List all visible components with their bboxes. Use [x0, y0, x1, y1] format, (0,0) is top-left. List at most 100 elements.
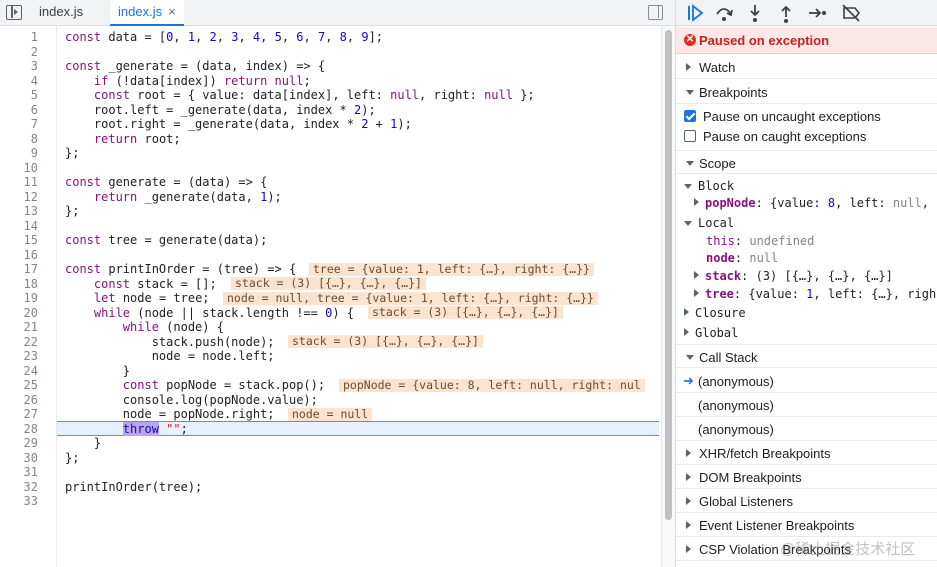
collapse-triangle-icon	[686, 161, 694, 166]
scope-var-tree[interactable]: tree: {value: 1, left: {…}, righ	[694, 286, 936, 303]
line-number[interactable]: 20	[0, 306, 38, 321]
scope-var-this: this: undefined	[706, 234, 815, 248]
line-number[interactable]: 15	[0, 233, 38, 248]
inline-value: stack = (3) [{…}, {…}, {…}]	[368, 306, 563, 319]
call-frame-active[interactable]: ➜ (anonymous)	[676, 369, 937, 393]
section-scope[interactable]: Scope	[676, 150, 937, 174]
inline-value: stack = (3) [{…}, {…}, {…}]	[288, 335, 483, 348]
expand-triangle-icon	[694, 198, 699, 206]
line-number[interactable]: 26	[0, 393, 38, 408]
line-number[interactable]: 5	[0, 88, 38, 103]
section-label: Call Stack	[699, 350, 758, 365]
tab-label: index.js	[39, 4, 84, 19]
line-number[interactable]: 3	[0, 59, 38, 74]
expand-triangle-icon	[686, 449, 691, 457]
expand-triangle-icon	[686, 497, 691, 505]
line-number[interactable]: 2	[0, 45, 38, 60]
section-call-stack[interactable]: Call Stack	[676, 344, 937, 368]
editor-scrollbar[interactable]	[661, 26, 675, 567]
line-number[interactable]: 13	[0, 204, 38, 219]
line-number[interactable]: 16	[0, 248, 38, 263]
line-number[interactable]: 9	[0, 146, 38, 161]
toggle-debugger-icon[interactable]	[648, 5, 663, 20]
line-number[interactable]: 10	[0, 161, 38, 176]
code-line: };	[65, 204, 80, 218]
step-into-icon[interactable]	[744, 2, 766, 24]
line-number[interactable]: 1	[0, 30, 38, 45]
scrollbar-thumb[interactable]	[665, 30, 672, 520]
section-dom-breakpoints[interactable]: DOM Breakpoints	[676, 465, 937, 489]
call-frame[interactable]: (anonymous)	[676, 417, 937, 441]
tab-label: index.js	[118, 4, 163, 19]
line-number[interactable]: 14	[0, 219, 38, 234]
line-number[interactable]: 30	[0, 451, 38, 466]
section-breakpoints[interactable]: Breakpoints	[676, 80, 937, 104]
scope-var-stack[interactable]: stack: (3) [{…}, {…}, {…}]	[694, 268, 893, 285]
line-number[interactable]: 22	[0, 335, 38, 350]
call-frame[interactable]: (anonymous)	[676, 393, 937, 417]
code-line: if (!data[index]) return null;	[93, 73, 311, 88]
section-event-listener-breakpoints[interactable]: Event Listener Breakpoints	[676, 513, 937, 537]
section-xhr-breakpoints[interactable]: XHR/fetch Breakpoints	[676, 441, 937, 465]
line-number[interactable]: 19	[0, 291, 38, 306]
section-label: Scope	[699, 156, 736, 171]
line-number[interactable]: 27	[0, 407, 38, 422]
line-number[interactable]: 11	[0, 175, 38, 190]
resume-icon[interactable]	[684, 2, 706, 24]
toggle-navigator-icon[interactable]	[6, 5, 22, 20]
section-watch[interactable]: Watch	[676, 55, 937, 79]
code-line: const tree = generate(data);	[65, 233, 268, 247]
code-line: return root;	[93, 131, 181, 146]
pause-uncaught-option[interactable]: Pause on uncaught exceptions	[676, 107, 937, 127]
debugger-sidebar: ✕ Paused on exception Watch Breakpoints …	[675, 0, 937, 567]
line-number[interactable]: 31	[0, 465, 38, 480]
code-editor: 1 2 3 4 5 6 7 8 9 10 11 12 13 14 15 16 1…	[0, 26, 675, 567]
scope-global[interactable]: Global	[684, 325, 738, 342]
scope-block[interactable]: Block	[684, 178, 734, 195]
line-number[interactable]: 21	[0, 320, 38, 335]
section-label: DOM Breakpoints	[699, 470, 802, 485]
code-line: root.right = _generate(data, index * 2 +…	[65, 117, 412, 131]
tab-index-js-active[interactable]: index.js ×	[110, 0, 184, 26]
line-number[interactable]: 4	[0, 74, 38, 89]
step-out-icon[interactable]	[775, 2, 797, 24]
deactivate-breakpoints-icon[interactable]	[840, 2, 862, 24]
line-number[interactable]: 28	[0, 422, 38, 437]
scope-var-popnode[interactable]: popNode: {value: 8, left: null,	[694, 195, 929, 212]
line-number[interactable]: 18	[0, 277, 38, 292]
close-icon[interactable]: ×	[168, 4, 176, 19]
line-number[interactable]: 17	[0, 262, 38, 277]
scope-closure[interactable]: Closure	[684, 305, 746, 322]
code-line: while (node || stack.length !== 0) {	[93, 305, 355, 320]
code-line: };	[65, 146, 80, 160]
scope-local[interactable]: Local	[684, 215, 734, 232]
line-number[interactable]: 29	[0, 436, 38, 451]
line-number[interactable]: 12	[0, 190, 38, 205]
debugger-toolbar	[676, 0, 937, 26]
code-content[interactable]: const data = [0, 1, 2, 3, 4, 5, 6, 7, 8,…	[57, 26, 659, 567]
step-icon[interactable]	[806, 2, 828, 24]
tab-index-js[interactable]: index.js	[31, 0, 91, 26]
frame-label: (anonymous)	[698, 374, 774, 389]
line-number[interactable]: 33	[0, 494, 38, 509]
line-number[interactable]: 6	[0, 103, 38, 118]
checkbox-unchecked[interactable]	[684, 130, 696, 142]
inline-value: popNode = {value: 8, left: null, right: …	[339, 378, 645, 392]
line-number[interactable]: 23	[0, 349, 38, 364]
line-number[interactable]: 32	[0, 480, 38, 495]
inline-value: tree = {value: 1, left: {…}, right: {…}}	[309, 262, 594, 276]
line-number[interactable]: 25	[0, 378, 38, 393]
line-number[interactable]: 7	[0, 117, 38, 132]
code-line: const data = [0, 1, 2, 3, 4, 5, 6, 7, 8,…	[65, 30, 384, 44]
watermark: @稀土掘金技术社区	[780, 541, 916, 558]
section-label: Event Listener Breakpoints	[699, 518, 855, 533]
code-line-paused: throw "";	[122, 421, 188, 436]
checkbox-checked[interactable]	[684, 110, 696, 122]
line-number[interactable]: 24	[0, 364, 38, 379]
expand-triangle-icon	[686, 63, 691, 71]
section-label: Breakpoints	[699, 85, 768, 100]
line-number[interactable]: 8	[0, 132, 38, 147]
pause-caught-option[interactable]: Pause on caught exceptions	[676, 127, 937, 147]
step-over-icon[interactable]	[713, 2, 735, 24]
section-global-listeners[interactable]: Global Listeners	[676, 489, 937, 513]
